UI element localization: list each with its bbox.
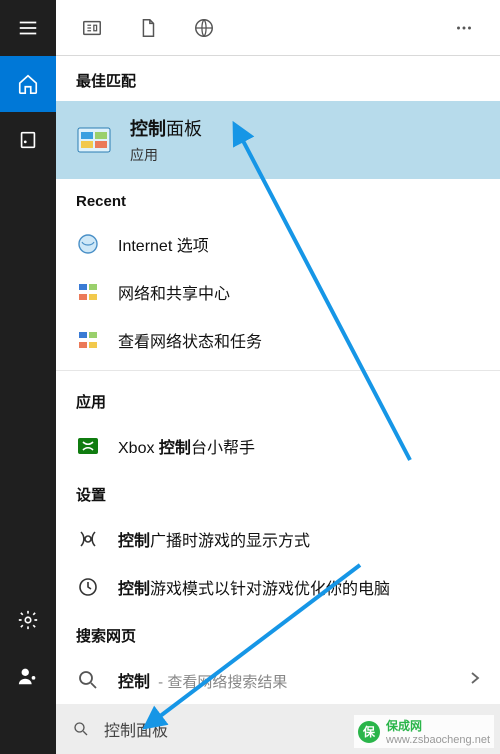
chevron-right-icon xyxy=(470,671,480,690)
recent-item[interactable]: 网络和共享中心 xyxy=(56,268,500,316)
recent-item[interactable]: 查看网络状态和任务 xyxy=(56,316,500,364)
broadcast-icon xyxy=(76,527,100,551)
search-icon xyxy=(76,668,100,692)
news-icon xyxy=(81,17,103,39)
network-status-icon xyxy=(76,328,100,352)
recent-item[interactable]: Internet 选项 xyxy=(56,220,500,268)
settings-button[interactable] xyxy=(0,592,56,648)
tab-more[interactable] xyxy=(436,0,492,56)
watermark-brand: 保成网 xyxy=(386,717,490,734)
tab-documents[interactable] xyxy=(120,0,176,56)
best-match-title: 控制面板 xyxy=(130,115,202,141)
watermark-url: www.zsbaocheng.net xyxy=(386,734,490,746)
sidebar xyxy=(0,0,56,754)
section-settings: 设置 xyxy=(56,470,500,515)
app-item-label: Xbox 控制台小帮手 xyxy=(118,434,255,458)
recent-item-label: Internet 选项 xyxy=(118,232,209,256)
setting-item[interactable]: 控制广播时游戏的显示方式 xyxy=(56,515,500,563)
web-item-sub: - 查看网络搜索结果 xyxy=(154,674,287,691)
search-icon xyxy=(72,720,90,738)
content-panel: 最佳匹配 控制面板 应用 Recent Internet 选项 网络和共享中心 xyxy=(56,0,500,754)
menu-button[interactable] xyxy=(0,0,56,56)
filter-tabs xyxy=(56,0,500,56)
section-best-match: 最佳匹配 xyxy=(56,56,500,101)
tab-web[interactable] xyxy=(176,0,232,56)
section-recent: Recent xyxy=(56,179,500,220)
document-icon xyxy=(137,17,159,39)
search-input[interactable]: 控制面板 xyxy=(104,717,168,741)
hamburger-icon xyxy=(17,17,39,39)
best-match-result[interactable]: 控制面板 应用 xyxy=(56,101,500,179)
web-item-label: 控制 - 查看网络搜索结果 xyxy=(118,668,287,692)
user-button[interactable] xyxy=(0,648,56,704)
app-item[interactable]: Xbox 控制台小帮手 xyxy=(56,422,500,470)
recent-button[interactable] xyxy=(0,112,56,168)
section-apps: 应用 xyxy=(56,377,500,422)
setting-item[interactable]: 控制游戏模式以针对游戏优化你的电脑 xyxy=(56,563,500,611)
control-panel-icon xyxy=(76,122,112,158)
watermark: 保 保成网 www.zsbaocheng.net xyxy=(354,715,494,748)
watermark-badge: 保 xyxy=(358,721,380,743)
setting-item-label: 控制游戏模式以针对游戏优化你的电脑 xyxy=(118,575,390,599)
best-match-subtitle: 应用 xyxy=(130,145,202,165)
home-icon xyxy=(17,73,39,95)
section-web: 搜索网页 xyxy=(56,611,500,656)
gear-icon xyxy=(17,609,39,631)
globe-icon xyxy=(193,17,215,39)
setting-item-label: 控制广播时游戏的显示方式 xyxy=(118,527,310,551)
web-item[interactable]: 控制 - 查看网络搜索结果 xyxy=(56,656,500,704)
internet-options-icon xyxy=(76,232,100,256)
recent-item-label: 网络和共享中心 xyxy=(118,280,230,304)
recent-item-label: 查看网络状态和任务 xyxy=(118,328,262,352)
home-button[interactable] xyxy=(0,56,56,112)
gamemode-icon xyxy=(76,575,100,599)
ellipsis-icon xyxy=(453,17,475,39)
xbox-icon xyxy=(76,434,100,458)
network-sharing-icon xyxy=(76,280,100,304)
recent-icon xyxy=(17,129,39,151)
tab-apps[interactable] xyxy=(64,0,120,56)
user-icon xyxy=(17,665,39,687)
